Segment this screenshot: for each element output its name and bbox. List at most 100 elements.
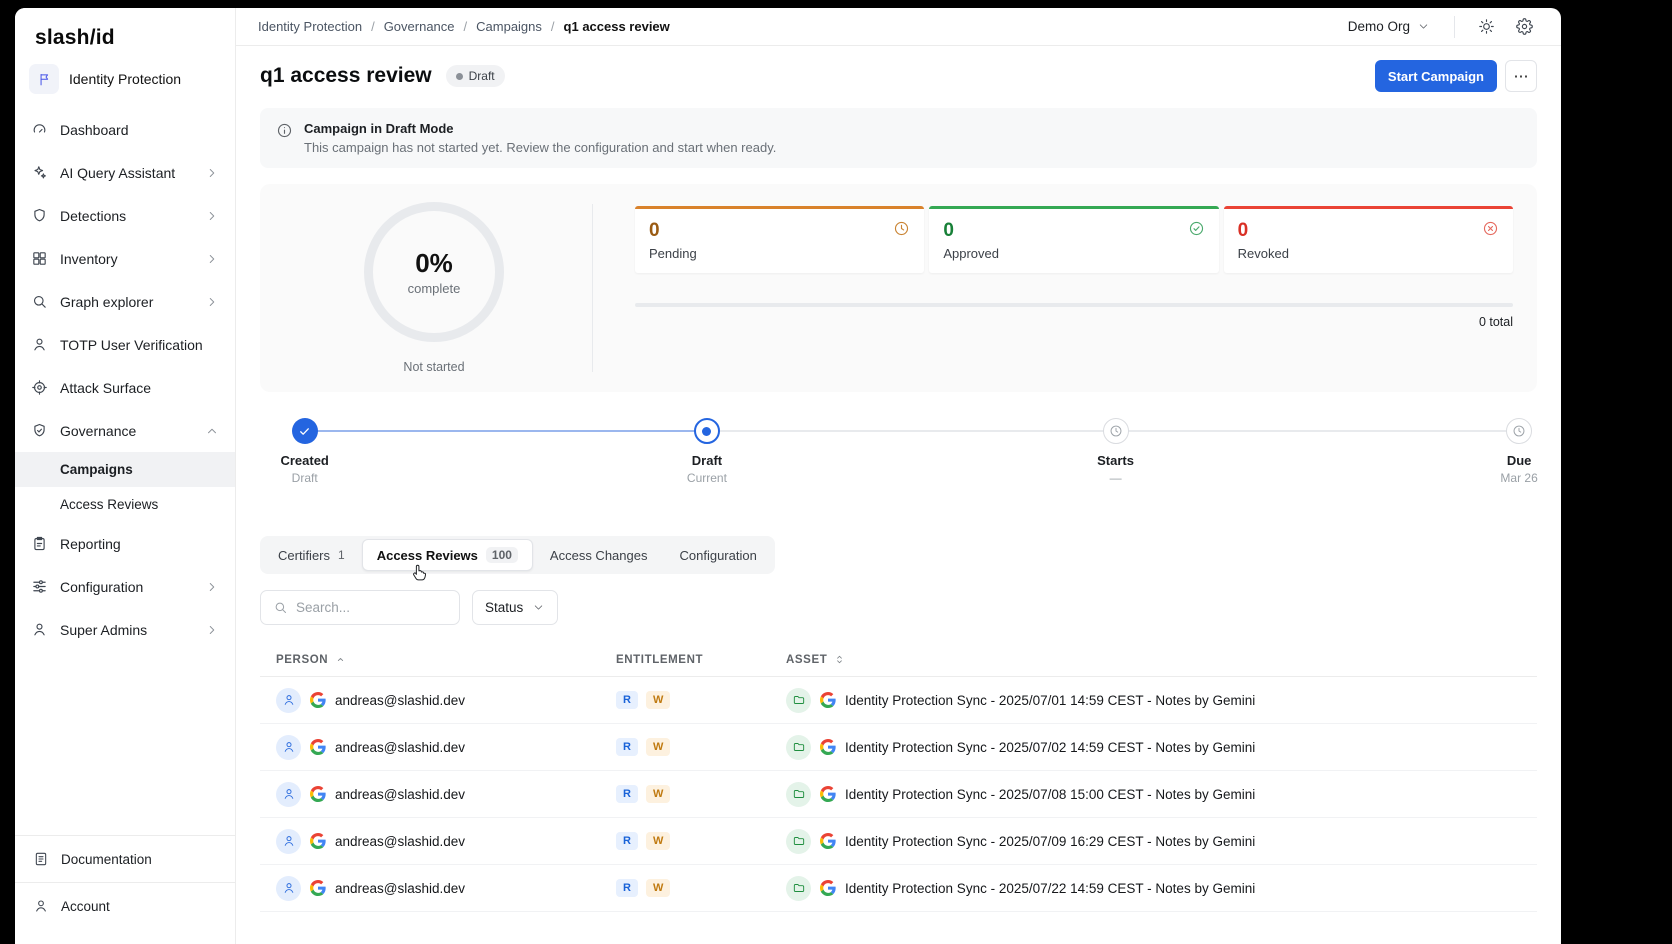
grid-icon: [31, 250, 48, 267]
column-header-asset[interactable]: ASSET: [786, 653, 1521, 666]
folder-icon: [786, 829, 811, 854]
status-dot: [456, 73, 463, 80]
sidebar-item-access-reviews[interactable]: Access Reviews: [15, 487, 235, 522]
table-row[interactable]: andreas@slashid.dev R W Identity Protect…: [260, 724, 1537, 771]
google-icon: [310, 692, 326, 708]
page-header: q1 access review Draft Start Campaign ⋯: [260, 60, 1537, 92]
clock-icon: [893, 220, 910, 237]
breadcrumb-item-campaigns[interactable]: Campaigns: [476, 19, 542, 34]
breadcrumb-separator: [371, 19, 375, 34]
sidebar-item-governance[interactable]: Governance: [15, 409, 235, 452]
timeline-step-title: Created: [240, 453, 370, 468]
google-icon: [310, 833, 326, 849]
read-entitlement-badge: R: [616, 832, 638, 850]
entitlement-cell: R W: [616, 738, 786, 756]
sidebar-item-label: Dashboard: [60, 122, 129, 138]
sort-ascending-icon: [334, 653, 347, 666]
x-circle-icon: [1482, 220, 1499, 237]
sidebar-item-totp-user-verification[interactable]: TOTP User Verification: [15, 323, 235, 366]
tab-certifiers[interactable]: Certifiers 1: [263, 539, 360, 571]
stats-divider: [592, 204, 593, 372]
shield-check-icon: [31, 422, 48, 439]
tab-configuration[interactable]: Configuration: [664, 539, 771, 571]
timeline-step-title: Starts: [1051, 453, 1181, 468]
pending-count: 0: [649, 220, 660, 242]
timeline-step-title: Due: [1454, 453, 1561, 468]
sidebar-item-label: Documentation: [61, 852, 152, 867]
breadcrumb-item-governance[interactable]: Governance: [384, 19, 455, 34]
sidebar-item-label: Governance: [60, 423, 136, 439]
person-email: andreas@slashid.dev: [335, 834, 465, 849]
sidebar-item-account[interactable]: Account: [15, 882, 235, 944]
sidebar-item-documentation[interactable]: Documentation: [15, 835, 235, 882]
sidebar-item-label: Configuration: [60, 579, 143, 595]
sidebar-item-label: Detections: [60, 208, 126, 224]
topbar: Identity Protection Governance Campaigns…: [236, 8, 1561, 46]
more-actions-button[interactable]: ⋯: [1505, 60, 1537, 92]
table-row[interactable]: andreas@slashid.dev R W Identity Protect…: [260, 818, 1537, 865]
sidebar-item-label: Reporting: [60, 536, 121, 552]
sidebar-item-detections[interactable]: Detections: [15, 194, 235, 237]
write-entitlement-badge: W: [646, 738, 670, 756]
person-avatar-icon: [276, 735, 301, 760]
gear-icon: [1516, 18, 1533, 35]
sidebar-item-configuration[interactable]: Configuration: [15, 565, 235, 608]
search-box[interactable]: [260, 590, 460, 625]
tabs-section: Certifiers 1 Access Reviews 100 Access C…: [260, 536, 1537, 574]
banner-text: Campaign in Draft Mode This campaign has…: [304, 121, 776, 155]
table-row[interactable]: andreas@slashid.dev R W Identity Protect…: [260, 865, 1537, 912]
sidebar-item-attack-surface[interactable]: Attack Surface: [15, 366, 235, 409]
sidebar-item-inventory[interactable]: Inventory: [15, 237, 235, 280]
person-cell: andreas@slashid.dev: [276, 735, 616, 760]
sidebar-item-ai-query-assistant[interactable]: AI Query Assistant: [15, 151, 235, 194]
product-switcher[interactable]: Identity Protection: [15, 54, 235, 108]
chevron-right-icon: [205, 623, 219, 637]
sliders-icon: [31, 578, 48, 595]
stat-cards: 0 Pending 0 Approved: [635, 206, 1513, 273]
sidebar-item-reporting[interactable]: Reporting: [15, 522, 235, 565]
sidebar-item-super-admins[interactable]: Super Admins: [15, 608, 235, 651]
table-row[interactable]: andreas@slashid.dev R W Identity Protect…: [260, 771, 1537, 818]
sidebar-item-dashboard[interactable]: Dashboard: [15, 108, 235, 151]
tab-label: Configuration: [679, 548, 756, 563]
theme-toggle-button[interactable]: [1471, 12, 1501, 42]
gauge-icon: [31, 121, 48, 138]
google-icon: [820, 692, 836, 708]
breadcrumb-item-identity-protection[interactable]: Identity Protection: [258, 19, 362, 34]
table-row[interactable]: andreas@slashid.dev R W Identity Protect…: [260, 677, 1537, 724]
timeline-step-title: Draft: [642, 453, 772, 468]
tab-access-changes[interactable]: Access Changes: [535, 539, 663, 571]
status-filter-dropdown[interactable]: Status: [472, 590, 558, 625]
person-avatar-icon: [276, 688, 301, 713]
chevron-down-icon: [1417, 20, 1430, 33]
asset-name: Identity Protection Sync - 2025/07/02 14…: [845, 740, 1255, 755]
sidebar-item-graph-explorer[interactable]: Graph explorer: [15, 280, 235, 323]
search-input[interactable]: [296, 600, 447, 615]
target-icon: [31, 379, 48, 396]
chevron-right-icon: [205, 209, 219, 223]
org-selector[interactable]: Demo Org: [1340, 14, 1438, 39]
column-header-entitlement[interactable]: ENTITLEMENT: [616, 654, 786, 666]
entitlement-cell: R W: [616, 832, 786, 850]
read-entitlement-badge: R: [616, 691, 638, 709]
settings-button[interactable]: [1509, 12, 1539, 42]
asset-cell: Identity Protection Sync - 2025/07/02 14…: [786, 735, 1521, 760]
tab-label: Certifiers: [278, 548, 330, 563]
sidebar-item-label: Inventory: [60, 251, 118, 267]
folder-icon: [786, 688, 811, 713]
timeline-step-subtitle: Current: [642, 471, 772, 485]
progress-ring: 0% complete: [364, 202, 504, 342]
sidebar-item-campaigns[interactable]: Campaigns: [15, 452, 235, 487]
sidebar-nav: Dashboard AI Query Assistant Detections …: [15, 108, 235, 651]
check-icon: [292, 418, 318, 444]
tab-access-reviews[interactable]: Access Reviews 100: [362, 539, 533, 571]
column-header-person[interactable]: PERSON: [276, 653, 616, 666]
progress-status: Not started: [403, 360, 464, 374]
sidebar-item-label: Account: [61, 899, 110, 914]
brand-logo[interactable]: slash/id: [15, 8, 235, 54]
start-campaign-button[interactable]: Start Campaign: [1375, 60, 1497, 92]
info-icon: [276, 122, 293, 139]
total-progress-bar: [635, 303, 1513, 307]
person-icon: [31, 336, 48, 353]
chevron-up-icon: [205, 424, 219, 438]
